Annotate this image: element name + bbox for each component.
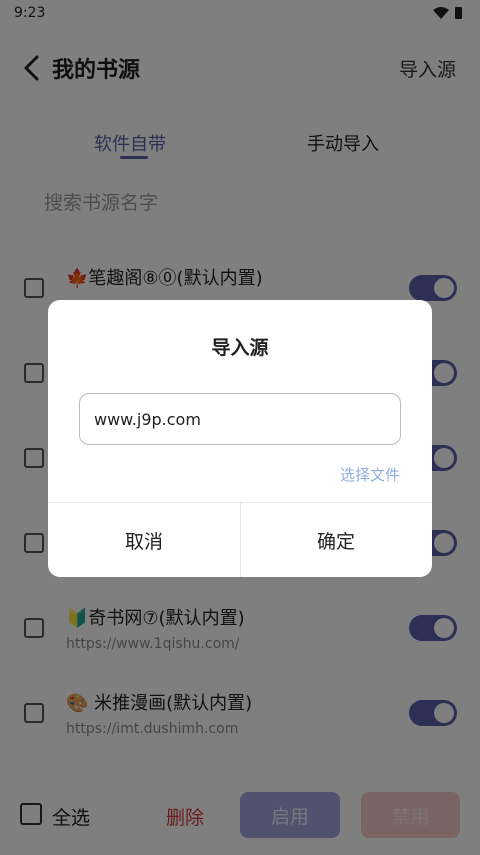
confirm-button[interactable]: 确定 — [240, 503, 432, 577]
source-url-input[interactable] — [79, 393, 401, 445]
import-source-dialog: 导入源 选择文件 取消 确定 — [48, 300, 432, 577]
choose-file-link[interactable]: 选择文件 — [340, 464, 400, 485]
cancel-button[interactable]: 取消 — [48, 503, 240, 577]
dialog-title: 导入源 — [211, 337, 269, 359]
